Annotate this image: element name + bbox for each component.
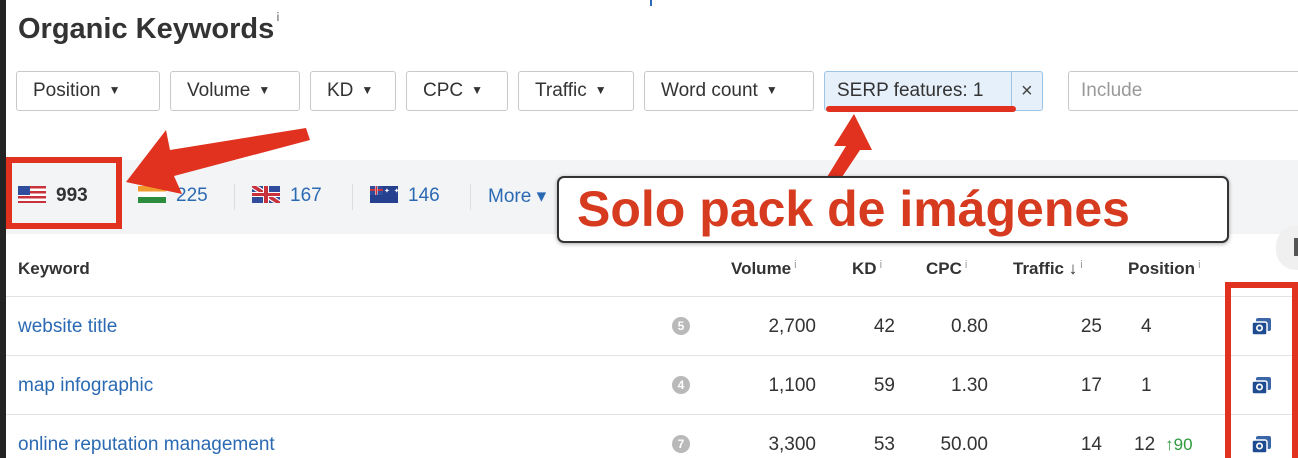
- caret-down-icon: ▼: [594, 83, 607, 97]
- position-change: ↑90: [1165, 435, 1193, 454]
- caret-down-icon: ▼: [361, 83, 374, 97]
- col-keyword[interactable]: Keyword: [18, 259, 90, 279]
- app-frame: Organic Keywords i Position ▼ Volume ▼ KD ▼ …: [6, 0, 1298, 458]
- cpc-cell: 1.30: [951, 375, 988, 396]
- col-keyword-label: Keyword: [18, 259, 90, 278]
- filter-position-label: Position: [33, 80, 101, 101]
- col-kd-label: KD: [852, 259, 877, 278]
- divider: [352, 184, 353, 210]
- info-icon: i: [1080, 259, 1083, 271]
- filter-position[interactable]: Position ▼: [16, 71, 160, 111]
- serp-features-label: SERP features: 1: [837, 80, 984, 101]
- cpc-cell: 0.80: [951, 316, 988, 337]
- col-position[interactable]: Position i: [1128, 259, 1201, 279]
- traffic-cell: 17: [1080, 375, 1102, 396]
- page-title: Organic Keywords i: [18, 10, 280, 46]
- divider: [470, 184, 471, 210]
- keyword-link[interactable]: website title: [18, 316, 117, 338]
- filter-word-count-label: Word count: [661, 80, 758, 101]
- caret-down-icon: ▼: [108, 83, 121, 97]
- position-value: 4: [1141, 316, 1152, 337]
- info-icon: i: [1198, 259, 1201, 271]
- traffic-cell: 14: [1080, 434, 1102, 455]
- cpc-cell: 50.00: [940, 434, 988, 455]
- info-icon: i: [964, 259, 968, 271]
- info-icon: i: [794, 259, 797, 271]
- divider: [6, 355, 1298, 356]
- country-count: 225: [176, 185, 208, 206]
- annotation-underline: [826, 106, 1016, 112]
- country-tab-in[interactable]: 225: [138, 185, 208, 207]
- keyword-link[interactable]: online reputation management: [18, 434, 275, 456]
- serp-count-badge[interactable]: 4: [672, 376, 690, 394]
- volume-cell: 2,700: [768, 316, 816, 337]
- serp-count-badge[interactable]: 5: [672, 317, 690, 335]
- in-flag-icon: [138, 186, 166, 203]
- kd-cell: 42: [873, 316, 895, 337]
- kd-cell: 53: [873, 434, 895, 455]
- serp-count-badge[interactable]: 7: [672, 435, 690, 453]
- filter-volume-label: Volume: [187, 80, 251, 101]
- col-position-label: Position: [1128, 259, 1196, 278]
- country-tab-gb[interactable]: 167: [252, 185, 322, 207]
- divider: [234, 184, 235, 210]
- volume-cell: 3,300: [768, 434, 816, 455]
- highlight-box-image-icons: [1225, 282, 1298, 458]
- col-traffic[interactable]: Traffic ↓ i: [1013, 259, 1083, 279]
- filter-volume[interactable]: Volume ▼: [170, 71, 300, 111]
- kd-cell: 59: [873, 375, 895, 396]
- filter-traffic-label: Traffic: [535, 80, 587, 101]
- traffic-cell: 25: [1080, 316, 1102, 337]
- col-kd[interactable]: KD i: [852, 259, 882, 279]
- top-edge: [6, 0, 1298, 6]
- more-countries-button[interactable]: More ▾: [488, 185, 546, 208]
- col-volume-label: Volume: [731, 259, 792, 278]
- handle-icon: [1294, 238, 1298, 256]
- position-cell: 1: [1141, 375, 1152, 397]
- filter-serp-features[interactable]: SERP features: 1 ×: [824, 71, 1043, 111]
- filter-kd[interactable]: KD ▼: [310, 71, 396, 111]
- filter-kd-label: KD: [327, 80, 354, 101]
- caret-down-icon: ▼: [258, 83, 271, 97]
- au-flag-icon: [370, 186, 401, 203]
- info-icon[interactable]: i: [276, 10, 279, 24]
- filter-traffic[interactable]: Traffic ▼: [518, 71, 634, 111]
- filter-cpc-label: CPC: [423, 80, 464, 101]
- highlight-box-us: [6, 157, 122, 229]
- include-input[interactable]: Include: [1068, 71, 1298, 111]
- col-volume[interactable]: Volume i: [731, 259, 797, 279]
- caret-down-icon: ▼: [765, 83, 778, 97]
- col-cpc-label: CPC: [926, 259, 962, 278]
- country-count: 167: [290, 185, 322, 206]
- divider: [1011, 72, 1012, 110]
- col-cpc[interactable]: CPC i: [926, 259, 967, 279]
- keyword-link[interactable]: map infographic: [18, 375, 153, 397]
- page-title-text: Organic Keywords: [18, 13, 275, 45]
- gb-flag-icon: [252, 186, 280, 203]
- volume-cell: 1,100: [768, 375, 816, 396]
- position-cell: 12 ↑90: [1134, 434, 1193, 456]
- country-count: 146: [408, 185, 440, 206]
- annotation-text: Solo pack de imágenes: [577, 181, 1130, 237]
- divider: [6, 414, 1298, 415]
- caret-down-icon: ▼: [471, 83, 484, 97]
- col-traffic-label: Traffic ↓: [1013, 259, 1078, 278]
- position-cell: 4: [1141, 316, 1152, 338]
- divider: [6, 296, 1298, 297]
- filter-cpc[interactable]: CPC ▼: [406, 71, 508, 111]
- filter-word-count[interactable]: Word count ▼: [644, 71, 814, 111]
- close-icon[interactable]: ×: [1021, 72, 1033, 110]
- position-value: 1: [1141, 375, 1152, 396]
- info-icon: i: [879, 259, 883, 271]
- position-value: 12: [1134, 434, 1156, 455]
- country-tab-au[interactable]: 146: [370, 185, 440, 207]
